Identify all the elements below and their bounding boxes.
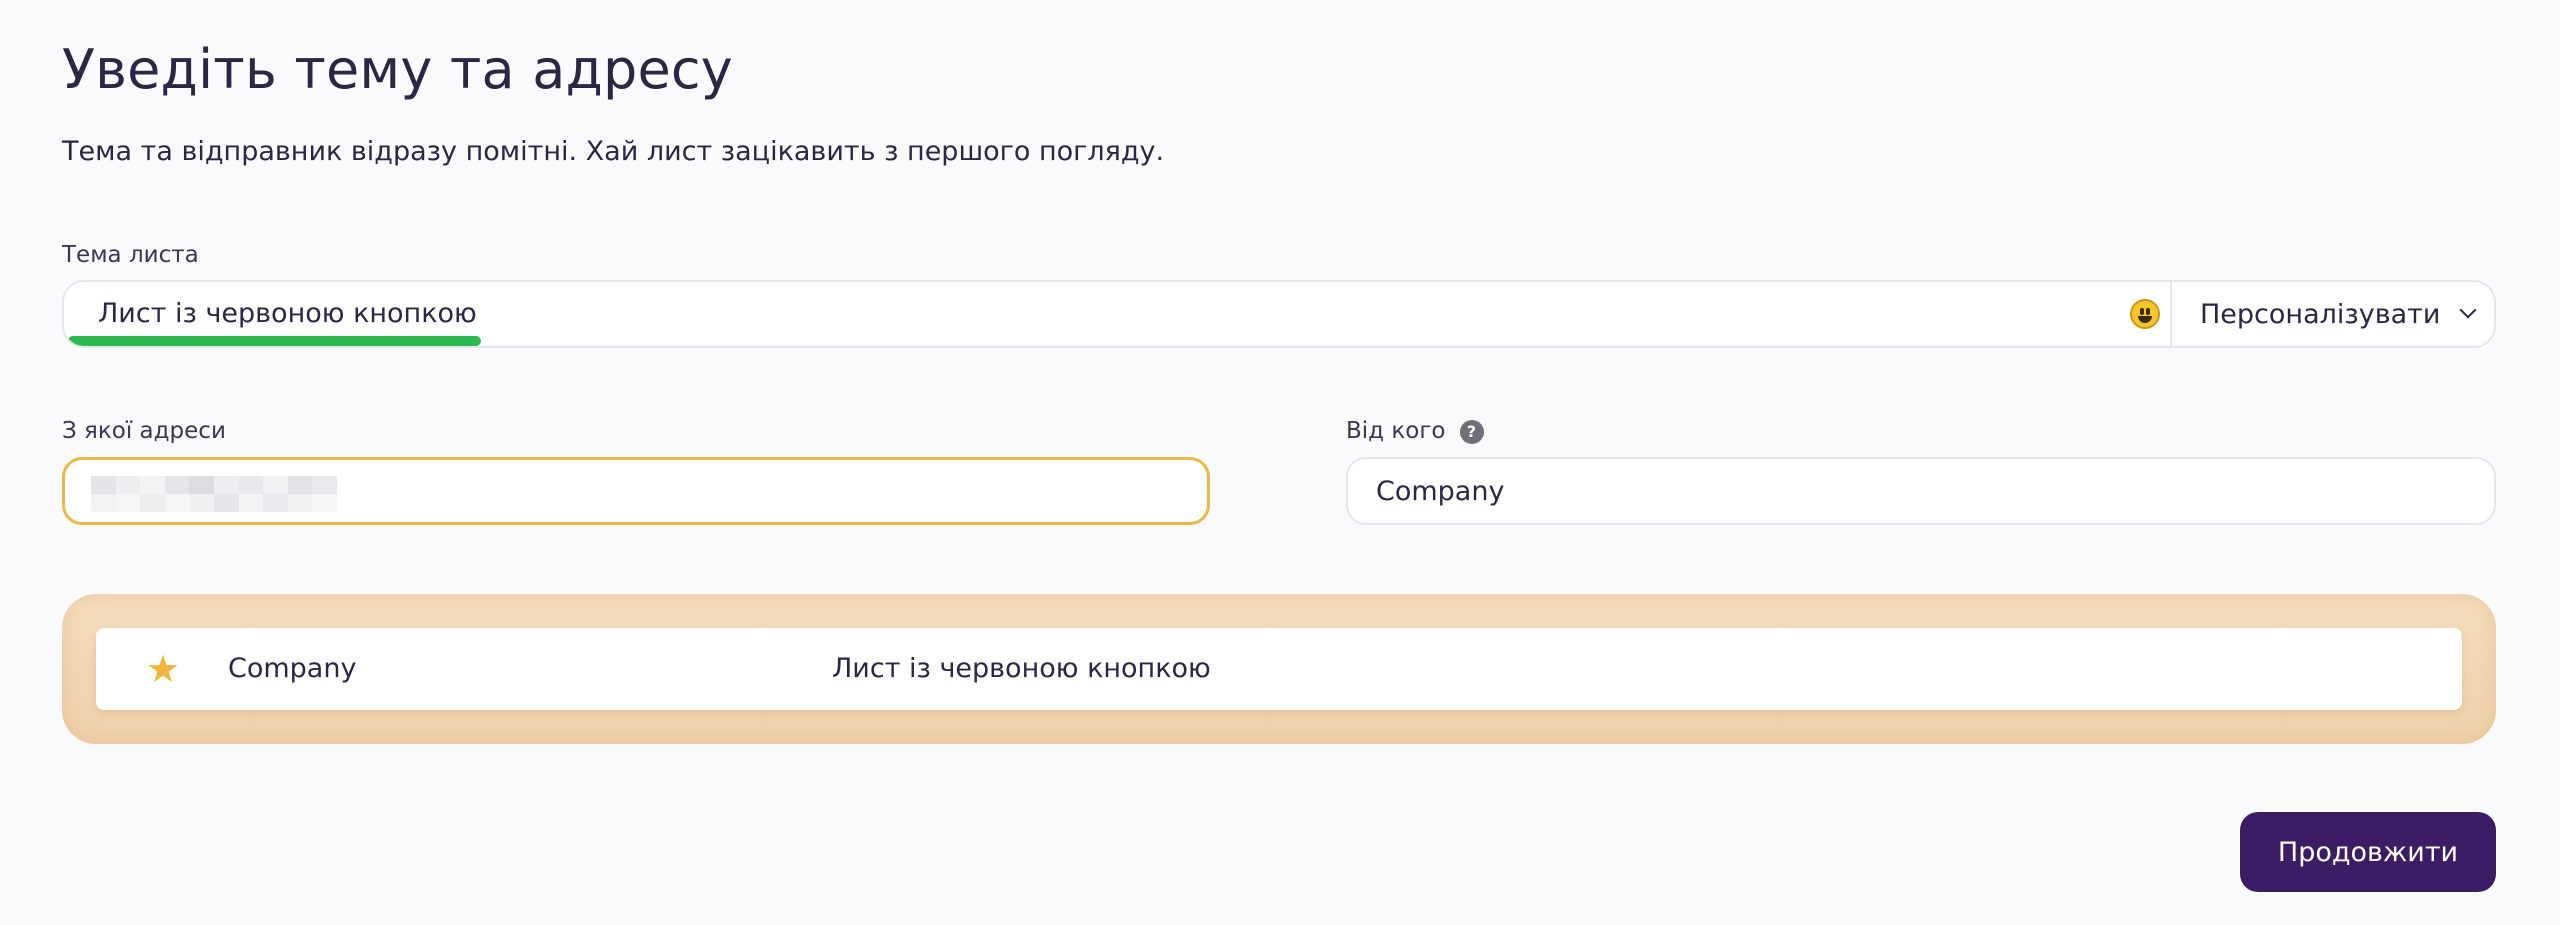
subject-length-indicator <box>68 336 481 346</box>
sender-name-field <box>1346 457 2496 525</box>
sender-name-label-row: Від кого? <box>1346 418 1484 444</box>
subject-field: Персоналізувати <box>62 280 2496 348</box>
personalize-label: Персоналізувати <box>2200 298 2441 330</box>
redacted-email <box>91 476 337 512</box>
page-subtitle: Тема та відправник відразу помітні. Хай … <box>62 136 1165 167</box>
inbox-preview: ★ Company Лист із червоною кнопкою <box>62 594 2496 744</box>
sender-name-input[interactable] <box>1348 459 2494 523</box>
continue-button[interactable]: Продовжити <box>2240 812 2496 892</box>
subject-label: Тема листа <box>62 242 199 268</box>
preview-email-row: ★ Company Лист із червоною кнопкою <box>96 628 2462 710</box>
smiley-icon <box>2130 299 2160 329</box>
chevron-down-icon <box>2459 301 2477 319</box>
from-address-label: З якої адреси <box>62 418 226 444</box>
star-icon: ★ <box>146 647 181 691</box>
personalize-dropdown[interactable]: Персоналізувати <box>2170 282 2494 346</box>
preview-subject: Лист із червоною кнопкою <box>832 653 1211 684</box>
help-icon[interactable]: ? <box>1459 419 1484 444</box>
sender-name-label: Від кого <box>1346 418 1446 444</box>
page-title: Уведіть тему та адресу <box>62 38 733 101</box>
preview-sender: Company <box>228 653 357 684</box>
from-address-field <box>62 457 1210 525</box>
